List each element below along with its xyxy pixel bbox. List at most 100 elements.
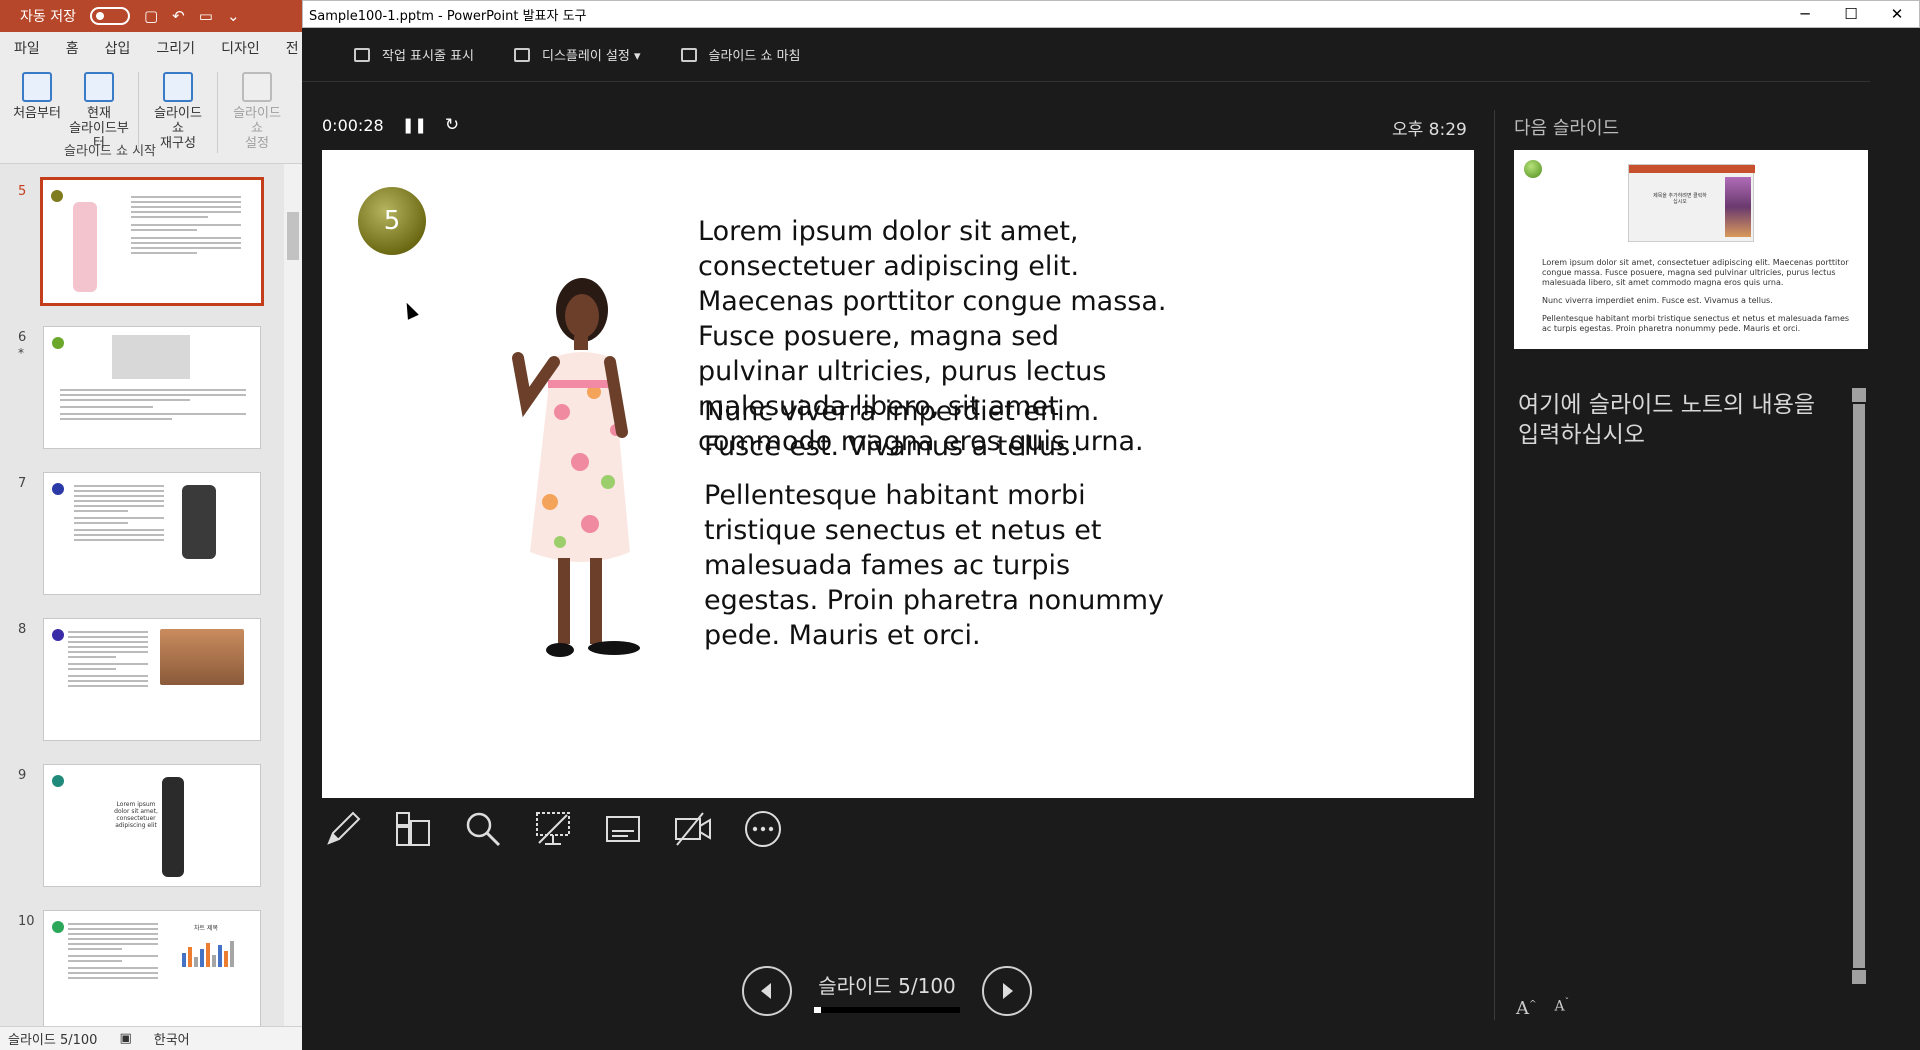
tab-design[interactable]: 디자인 (221, 38, 260, 58)
scroll-up-icon[interactable] (1852, 388, 1866, 402)
current-slide[interactable]: 5 Lorem ipsum dolor sit amet, consectetu… (322, 150, 1474, 798)
pen-icon[interactable] (322, 808, 364, 850)
slide-thumbnail[interactable] (43, 326, 261, 449)
from-beginning-button[interactable]: 처음부터 (6, 68, 68, 163)
zoom-icon[interactable] (462, 808, 504, 850)
minimize-icon[interactable]: ─ (1782, 0, 1828, 28)
scrollbar-thumb[interactable] (287, 212, 299, 260)
next-slide-para-2: Nunc viverra imperdiet enim. Fusce est. … (1542, 296, 1773, 305)
slide-number-badge (51, 190, 63, 202)
tab-draw[interactable]: 그리기 (156, 38, 195, 58)
end-slideshow-button[interactable]: 슬라이드 쇼 마침 (680, 45, 801, 64)
display-settings-button[interactable]: 디스플레이 설정 ▾ (514, 45, 641, 64)
slide-paragraph-2: Nunc viverra imperdiet enim. Fusce est. … (704, 396, 1100, 462)
ppt-titlebar: 자동 저장 ▢ ↶ ▭ ⌄ (0, 0, 302, 32)
camera-off-icon[interactable] (672, 808, 714, 850)
show-taskbar-button[interactable]: 작업 표시줄 표시 (354, 45, 474, 64)
slide-progress-bar (814, 1006, 960, 1013)
thumbnail-number: 7 (18, 476, 27, 491)
pause-timer-icon[interactable]: ❚❚ (402, 116, 427, 134)
current-time: 오후 8:29 (1392, 120, 1467, 140)
autosave-label: 자동 저장 (20, 9, 76, 25)
pane-divider[interactable] (1494, 110, 1495, 1020)
slide-thumbnail[interactable]: Lorem ipsum dolor sit amet, consectetuer… (43, 764, 261, 887)
status-language[interactable]: 한국어 (154, 1029, 190, 1048)
taskbar-icon (354, 47, 370, 62)
slide-navigation: 슬라이드 5/100 (742, 966, 1032, 1016)
wheelchair-person-image (182, 485, 216, 559)
maximize-icon[interactable]: ☐ (1828, 0, 1874, 28)
thumbnail-row[interactable]: 9 Lorem ipsum dolor sit amet, consectetu… (0, 764, 290, 894)
black-screen-icon[interactable] (532, 808, 574, 850)
powerpoint-window: 자동 저장 ▢ ↶ ▭ ⌄ 파일 홈 삽입 그리기 디자인 전 처음부터 현재 … (0, 0, 302, 1050)
custom-show-button[interactable]: 슬라이드 쇼 재구성 (147, 68, 209, 163)
custom-show-label-2: 재구성 (160, 136, 196, 151)
decrease-font-icon[interactable]: Aˇ (1555, 998, 1570, 1019)
from-beginning-label: 처음부터 (13, 106, 61, 121)
ribbon-tabs: 파일 홈 삽입 그리기 디자인 전 (0, 32, 302, 64)
tab-insert[interactable]: 삽입 (105, 38, 131, 58)
slide-thumbnail-pane[interactable]: 5 6 * 7 8 9 Lorem ipsum dolor sit amet, … (0, 164, 302, 1026)
notes-scrollbar[interactable] (1852, 388, 1866, 984)
next-slide-preview[interactable]: 제목을 추가하려면 클릭하십시오 Lorem ipsum dolor sit a… (1514, 150, 1868, 349)
play-from-current-icon (84, 72, 114, 102)
custom-show-icon (163, 72, 193, 102)
save-icon[interactable]: ▢ (144, 7, 158, 25)
status-slide-count: 슬라이드 5/100 (8, 1033, 98, 1048)
slide-thumbnail[interactable] (43, 618, 261, 741)
timer-bar: 0:00:28 ❚❚ ↻ (322, 115, 459, 135)
close-icon[interactable]: ✕ (1874, 0, 1920, 28)
undo-icon[interactable]: ↶ (172, 7, 185, 25)
thumbnail-row[interactable]: 6 * (0, 326, 290, 456)
text-lines (60, 389, 246, 423)
subtitles-icon[interactable] (602, 808, 644, 850)
slide-number-badge (52, 921, 64, 933)
end-slideshow-icon (680, 47, 697, 62)
autosave-toggle[interactable] (89, 7, 130, 25)
slide-counter[interactable]: 슬라이드 5/100 (814, 970, 960, 999)
ribbon-group-label: 슬라이드 쇼 시작 (64, 144, 156, 159)
speaker-notes[interactable]: 여기에 슬라이드 노트의 내용을 입력하십시오 (1518, 390, 1828, 450)
girl-image (512, 278, 640, 657)
scrollbar-thumb[interactable] (1853, 404, 1865, 968)
from-current-label-1: 현재 (87, 106, 111, 121)
tab-home[interactable]: 홈 (66, 38, 79, 58)
increase-font-icon[interactable]: A^ (1516, 998, 1537, 1019)
custom-show-label-1: 슬라이드 쇼 (154, 106, 202, 136)
see-all-slides-icon[interactable] (392, 808, 434, 850)
thumbnail-row[interactable]: 10 차트 제목 (0, 910, 290, 1026)
thumbnail-row[interactable]: 7 (0, 472, 290, 602)
thumbnail-row[interactable]: 8 (0, 618, 290, 748)
thumbnail-row[interactable]: 5 (0, 177, 290, 310)
scroll-down-icon[interactable] (1852, 970, 1866, 984)
more-options-icon[interactable] (742, 808, 784, 850)
slide-thumbnail[interactable]: 차트 제목 (43, 910, 261, 1026)
presentation-icon[interactable]: ▭ (199, 7, 213, 25)
thumb-mini-chart (182, 935, 236, 967)
next-slide-button[interactable] (982, 966, 1032, 1016)
tab-file[interactable]: 파일 (14, 38, 40, 58)
next-arrow-icon (1003, 983, 1013, 999)
slide-thumbnail[interactable] (43, 472, 261, 595)
progress-fill (814, 1006, 822, 1013)
setup-show-button[interactable]: 슬라이드 쇼 설정 (226, 68, 288, 163)
slide-number-badge (52, 337, 64, 349)
text-lines (74, 485, 164, 544)
setup-show-icon (242, 72, 272, 102)
accessibility-icon[interactable]: ▣ (119, 1031, 131, 1046)
previous-slide-button[interactable] (742, 966, 792, 1016)
previous-arrow-icon (761, 983, 771, 999)
restart-timer-icon[interactable]: ↻ (445, 115, 459, 135)
slide-thumbnail[interactable] (40, 177, 264, 306)
thumbnail-scrollbar[interactable] (284, 164, 302, 1026)
thumb-chart-title: 차트 제목 (194, 925, 218, 932)
quick-access-dropdown-icon[interactable]: ⌄ (227, 7, 240, 25)
presenter-view-window: Sample100-1.pptm - PowerPoint 발표자 도구 ─ ☐… (302, 0, 1920, 1050)
elapsed-timer: 0:00:28 (322, 115, 384, 135)
slide-number-badge (1524, 160, 1542, 178)
display-settings-label: 디스플레이 설정 ▾ (542, 49, 641, 64)
tab-transitions[interactable]: 전 (286, 38, 299, 58)
next-slide-label: 다음 슬라이드 (1514, 118, 1620, 139)
ribbon-divider (217, 72, 218, 153)
display-settings-icon (514, 47, 530, 62)
